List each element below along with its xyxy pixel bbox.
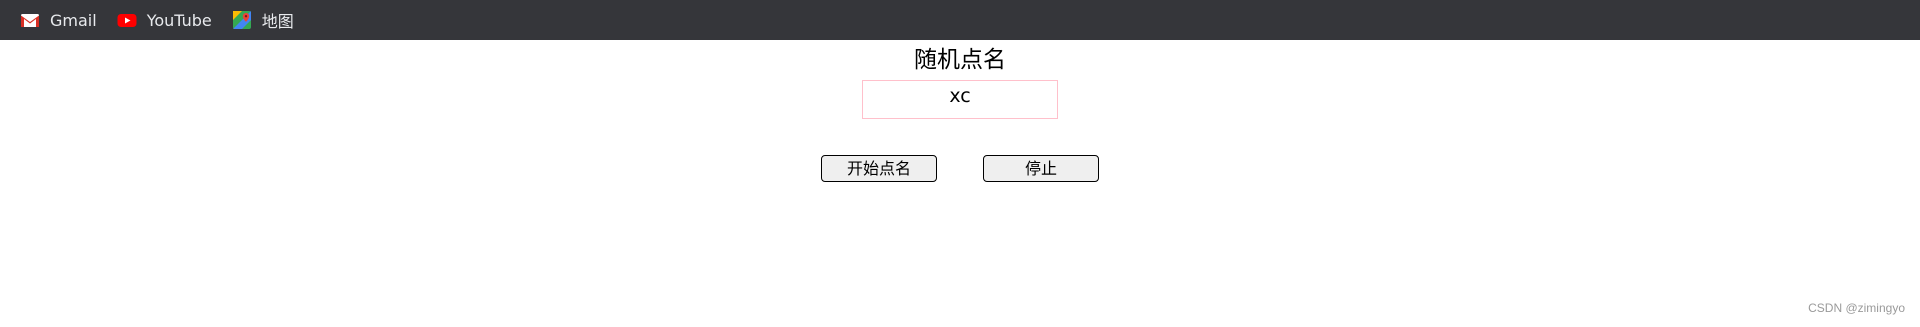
- bookmark-youtube[interactable]: YouTube: [115, 6, 222, 34]
- gmail-icon: [20, 10, 40, 30]
- bookmark-maps[interactable]: 地图: [230, 6, 304, 34]
- bookmarks-bar: Gmail YouTube 地图: [0, 0, 1920, 40]
- bookmark-gmail[interactable]: Gmail: [18, 6, 107, 34]
- name-display: xc: [862, 80, 1058, 119]
- maps-icon: [232, 10, 252, 30]
- bookmark-label: 地图: [261, 12, 294, 31]
- page-title: 随机点名: [914, 47, 1006, 73]
- watermark: CSDN @zimingyo: [1808, 301, 1905, 315]
- start-button[interactable]: 开始点名: [821, 155, 937, 182]
- bookmark-label: YouTube: [146, 10, 212, 30]
- youtube-icon: [117, 10, 137, 30]
- page-content: 随机点名 xc 开始点名 停止 CSDN @zimingyo: [0, 40, 1920, 327]
- stop-button[interactable]: 停止: [983, 155, 1099, 182]
- bookmark-label: Gmail: [50, 10, 97, 30]
